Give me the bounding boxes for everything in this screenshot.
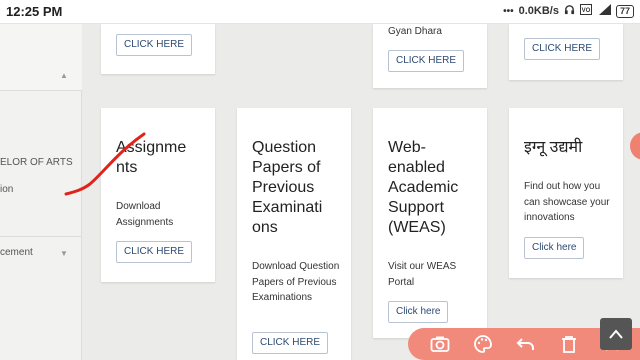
click-here-button[interactable]: Click here [388, 301, 449, 323]
scroll-top-button[interactable] [600, 318, 632, 350]
volte-icon: VO [579, 4, 592, 18]
signal-4g-icon [597, 4, 611, 18]
sidebar-divider [0, 236, 82, 237]
chevron-up-icon[interactable]: ▲ [60, 71, 68, 80]
pen-annotation-stroke [64, 132, 146, 196]
floating-bubble[interactable] [630, 132, 640, 160]
chevron-up-icon [609, 329, 623, 339]
camera-icon[interactable] [429, 333, 451, 355]
click-here-button[interactable]: CLICK HERE [116, 34, 193, 56]
top-card-gyan-dhara: Gyan Dhara CLICK HERE [373, 24, 487, 88]
card-desc: Download Assignments [116, 201, 174, 228]
svg-text:VO: VO [582, 8, 591, 14]
sidebar-item-placement[interactable]: cement [0, 247, 33, 258]
dots-icon: ••• [503, 5, 514, 17]
sidebar-item-ion[interactable]: ion [0, 184, 13, 195]
card-desc: Download Question Papers of Previous Exa… [252, 261, 340, 303]
card-ignou-udyami: इग्नू उद्यमी Find out how you can showca… [509, 108, 623, 278]
click-here-button[interactable]: CLICK HERE [388, 50, 465, 72]
chevron-down-icon[interactable]: ▼ [60, 249, 68, 258]
battery-icon: 77 [615, 4, 634, 18]
status-bar: 12:25 PM ••• 0.0KB/s VO 77 [0, 0, 640, 24]
card-desc: Find out how you can showcase your innov… [524, 181, 610, 223]
top-card-3: CLICK HERE [509, 24, 623, 80]
trash-icon[interactable] [558, 333, 580, 355]
status-icons: ••• 0.0KB/s VO 77 [503, 4, 634, 18]
headphones-icon [564, 4, 575, 18]
palette-icon[interactable] [472, 333, 494, 355]
click-here-button[interactable]: Click here [524, 237, 585, 259]
card-title: इग्नू उद्यमी [524, 139, 583, 156]
card-weas: Web- enabled Academic Support (WEAS) Vis… [373, 108, 487, 338]
card-title: Web- enabled Academic Support (WEAS) [388, 139, 459, 236]
sidebar-divider [0, 90, 82, 91]
click-here-button[interactable]: CLICK HERE [252, 332, 329, 354]
sidebar-header: ▲ [0, 24, 82, 90]
click-here-button[interactable]: CLICK HERE [116, 241, 193, 263]
card-title: Gyan Dhara [388, 26, 442, 37]
click-here-button[interactable]: CLICK HERE [524, 38, 601, 60]
card-question-papers: Question Papers of Previous Examinati on… [237, 108, 351, 360]
card-title: Question Papers of Previous Examinati on… [252, 139, 323, 236]
network-speed: 0.0KB/s [518, 5, 559, 17]
card-desc: Visit our WEAS Portal [388, 261, 457, 288]
top-card-1: CLICK HERE [101, 24, 215, 74]
undo-icon[interactable] [515, 333, 537, 355]
status-time: 12:25 PM [6, 4, 63, 19]
